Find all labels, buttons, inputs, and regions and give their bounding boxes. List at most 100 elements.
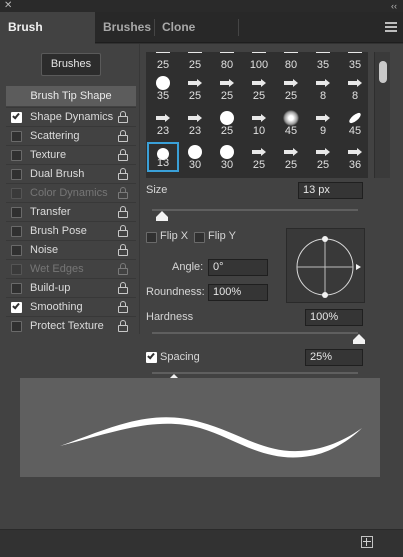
brush-preset[interactable]: 30 bbox=[211, 142, 243, 172]
brush-size-label: 25 bbox=[156, 59, 170, 71]
option-checkbox[interactable] bbox=[11, 283, 22, 294]
brush-size-label: 25 bbox=[220, 125, 234, 137]
lock-icon bbox=[118, 263, 128, 275]
brush-preset[interactable]: 23 bbox=[147, 108, 179, 138]
brush-preset[interactable]: 25 bbox=[243, 73, 275, 103]
tab-clone-source[interactable]: Clone Source bbox=[154, 12, 238, 65]
lock-icon[interactable] bbox=[118, 225, 128, 237]
option-label: Smoothing bbox=[30, 301, 83, 313]
brush-preset[interactable]: 25 bbox=[243, 142, 275, 172]
brush-preset[interactable]: 100 bbox=[243, 52, 275, 72]
brush-grid-scrollbar[interactable] bbox=[374, 52, 390, 178]
brush-option-texture[interactable]: Texture bbox=[6, 145, 136, 164]
lock-icon[interactable] bbox=[118, 130, 128, 142]
brush-option-noise[interactable]: Noise bbox=[6, 240, 136, 259]
size-slider-knob[interactable] bbox=[156, 211, 168, 221]
brush-option-smoothing[interactable]: Smoothing bbox=[6, 297, 136, 316]
brush-preset[interactable]: 35 bbox=[307, 52, 339, 72]
option-checkbox bbox=[11, 188, 22, 199]
spacing-field[interactable]: 25% bbox=[305, 349, 363, 366]
flip-y-label: Flip Y bbox=[208, 230, 236, 242]
flip-x-checkbox[interactable] bbox=[146, 232, 157, 243]
brush-tip-thumbnail bbox=[243, 52, 275, 59]
brush-preset[interactable]: 25 bbox=[211, 108, 243, 138]
create-new-brush-icon[interactable] bbox=[361, 536, 373, 548]
brush-preset[interactable]: 80 bbox=[211, 52, 243, 72]
angle-field[interactable]: 0° bbox=[208, 259, 268, 276]
brush-tip-shape-item[interactable]: Brush Tip Shape bbox=[6, 86, 136, 106]
lock-icon[interactable] bbox=[118, 244, 128, 256]
option-checkbox[interactable] bbox=[11, 150, 22, 161]
brush-preset[interactable]: 25 bbox=[179, 73, 211, 103]
lock-icon[interactable] bbox=[118, 111, 128, 123]
brushes-button[interactable]: Brushes bbox=[41, 53, 101, 76]
brush-option-protect-texture[interactable]: Protect Texture bbox=[6, 316, 136, 335]
lock-icon[interactable] bbox=[118, 168, 128, 180]
brush-option-shape-dynamics[interactable]: Shape Dynamics bbox=[6, 107, 136, 126]
brush-size-label: 35 bbox=[156, 90, 170, 102]
brush-preset[interactable]: 9 bbox=[307, 108, 339, 138]
brush-preset[interactable]: 25 bbox=[307, 142, 339, 172]
lock-icon[interactable] bbox=[118, 149, 128, 161]
size-slider-track[interactable] bbox=[152, 209, 358, 211]
brush-preset-grid: 25 25 80 100 80 35 35 35 25 25 25 25 8 8 23 23 25 10 45 9 45… bbox=[146, 52, 368, 178]
option-checkbox[interactable] bbox=[11, 245, 22, 256]
brush-preset[interactable]: 25 bbox=[147, 52, 179, 72]
brush-preset[interactable]: 23 bbox=[179, 108, 211, 138]
tab-brush-settings[interactable]: Brush Settings bbox=[0, 12, 95, 65]
hardness-slider-track[interactable] bbox=[152, 332, 358, 334]
brush-preset[interactable]: 25 bbox=[179, 52, 211, 72]
brush-option-build-up[interactable]: Build-up bbox=[6, 278, 136, 297]
brush-angle-diagram[interactable] bbox=[287, 229, 366, 304]
option-checkbox[interactable] bbox=[11, 301, 22, 313]
hardness-field[interactable]: 100% bbox=[305, 309, 363, 326]
brush-size-label: 10 bbox=[252, 125, 266, 137]
brush-preset-selected[interactable]: 13 bbox=[147, 142, 179, 172]
hardness-slider-knob[interactable] bbox=[353, 334, 365, 344]
brush-tip-thumbnail bbox=[179, 52, 211, 59]
option-checkbox[interactable] bbox=[11, 207, 22, 218]
angle-roundness-widget[interactable] bbox=[286, 228, 365, 303]
tab-bar: Brush Settings Brushes Clone Source bbox=[0, 12, 403, 65]
panel-menu-icon[interactable] bbox=[385, 22, 397, 32]
brush-size-label: 25 bbox=[316, 159, 330, 171]
brush-option-scattering[interactable]: Scattering bbox=[6, 126, 136, 145]
size-field[interactable]: 13 px bbox=[298, 182, 363, 199]
brush-preset[interactable]: 8 bbox=[339, 73, 368, 103]
brush-tip-thumbnail bbox=[307, 75, 339, 90]
brush-preset[interactable]: 36 bbox=[339, 142, 368, 172]
tab-brushes[interactable]: Brushes bbox=[95, 12, 153, 43]
spacing-slider-track[interactable] bbox=[152, 372, 358, 374]
lock-icon[interactable] bbox=[118, 206, 128, 218]
brush-preset[interactable]: 45 bbox=[275, 108, 307, 138]
lock-icon[interactable] bbox=[118, 282, 128, 294]
brush-preset[interactable]: 35 bbox=[147, 73, 179, 103]
brush-preset[interactable]: 30 bbox=[179, 142, 211, 172]
brush-preset[interactable]: 35 bbox=[339, 52, 368, 72]
collapse-panel-icon[interactable]: ‹‹ bbox=[391, 0, 397, 12]
roundness-field[interactable]: 100% bbox=[208, 284, 268, 301]
option-checkbox[interactable] bbox=[11, 111, 22, 123]
close-icon[interactable]: ✕ bbox=[4, 0, 12, 12]
brush-preset[interactable]: 25 bbox=[211, 73, 243, 103]
brush-tip-thumbnail bbox=[275, 75, 307, 90]
brush-preset[interactable]: 8 bbox=[307, 73, 339, 103]
brush-size-label: 36 bbox=[348, 159, 362, 171]
brush-preset[interactable]: 25 bbox=[275, 73, 307, 103]
option-checkbox[interactable] bbox=[11, 226, 22, 237]
brush-preset[interactable]: 80 bbox=[275, 52, 307, 72]
brush-option-transfer[interactable]: Transfer bbox=[6, 202, 136, 221]
brush-option-brush-pose[interactable]: Brush Pose bbox=[6, 221, 136, 240]
lock-icon[interactable] bbox=[118, 320, 128, 332]
brush-preset[interactable]: 10 bbox=[243, 108, 275, 138]
lock-icon[interactable] bbox=[118, 301, 128, 313]
spacing-checkbox[interactable] bbox=[146, 351, 157, 363]
option-checkbox[interactable] bbox=[11, 321, 22, 332]
option-checkbox[interactable] bbox=[11, 131, 22, 142]
brush-preset[interactable]: 25 bbox=[275, 142, 307, 172]
flip-y-checkbox[interactable] bbox=[194, 232, 205, 243]
scrollbar-thumb[interactable] bbox=[379, 61, 387, 83]
brush-preset[interactable]: 45 bbox=[339, 108, 368, 138]
option-checkbox[interactable] bbox=[11, 169, 22, 180]
brush-option-dual-brush[interactable]: Dual Brush bbox=[6, 164, 136, 183]
